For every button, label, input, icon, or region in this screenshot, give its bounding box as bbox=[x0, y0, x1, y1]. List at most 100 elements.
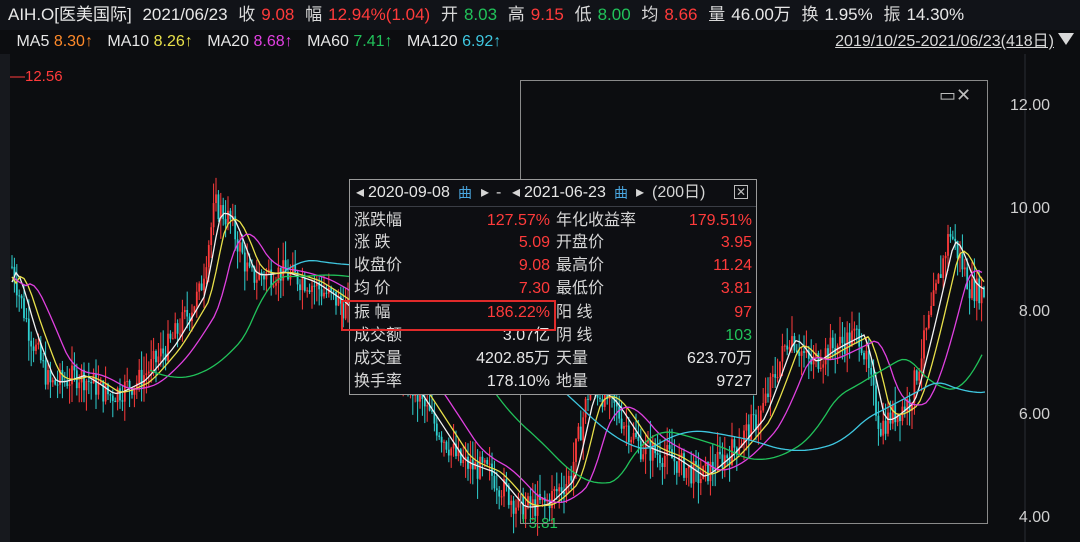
maximize-icon[interactable]: ▭ bbox=[939, 85, 956, 105]
candle-body bbox=[243, 252, 246, 272]
candle-body bbox=[109, 394, 112, 396]
candle-body bbox=[15, 282, 18, 296]
candle-body bbox=[198, 283, 201, 292]
candle-body bbox=[246, 262, 249, 272]
candle-body bbox=[299, 284, 301, 291]
candle-body bbox=[320, 289, 323, 297]
stat-row: 成交量 4202.85万 bbox=[354, 350, 550, 367]
amplitude-highlight-box bbox=[341, 300, 556, 331]
candle-body bbox=[174, 323, 177, 339]
stat-row: 天量 623.70万 bbox=[556, 350, 752, 367]
candle-body bbox=[277, 267, 280, 284]
candle-body bbox=[248, 262, 251, 267]
candle-body bbox=[23, 298, 25, 319]
candle-body bbox=[179, 333, 181, 335]
candle-body bbox=[20, 295, 23, 299]
candle-body bbox=[30, 340, 33, 347]
candle-body bbox=[272, 285, 275, 287]
turnover-label: 换 bbox=[801, 5, 819, 24]
candle-body bbox=[71, 365, 73, 385]
candle-body bbox=[186, 309, 189, 317]
candle-body bbox=[32, 346, 35, 351]
ma60-item[interactable]: MA60 7.41↑ bbox=[307, 33, 392, 50]
candle-body bbox=[90, 381, 93, 384]
candle-body bbox=[483, 460, 486, 463]
candle-body bbox=[95, 373, 97, 395]
popup-header: ◂ 2020-09-08 曲 ▸ - ◂ 2021-06-23 曲 ▸ (200… bbox=[350, 180, 756, 207]
candle-body bbox=[438, 435, 441, 437]
candle-body bbox=[227, 210, 229, 225]
candle-body bbox=[323, 292, 325, 297]
candle-body bbox=[35, 344, 37, 351]
end-date[interactable]: 2021-06-23 bbox=[524, 180, 606, 206]
open-value: 8.03 bbox=[463, 5, 498, 24]
candle-body bbox=[78, 382, 81, 389]
ma120-item[interactable]: MA120 6.92↑ bbox=[407, 33, 501, 50]
candle-body bbox=[452, 443, 455, 449]
candle-body bbox=[486, 460, 489, 464]
candle-body bbox=[87, 380, 90, 382]
y-tick-label: 6.00 bbox=[1018, 406, 1050, 423]
end-prev-icon[interactable]: ◂ bbox=[512, 180, 520, 206]
candle-body bbox=[138, 369, 141, 384]
candle-body bbox=[224, 219, 227, 225]
ma20-item[interactable]: MA20 8.68↑ bbox=[207, 33, 292, 50]
stat-row: 阴 线 103 bbox=[556, 327, 752, 344]
candle-body bbox=[265, 272, 268, 280]
end-next-icon[interactable]: ▸ bbox=[636, 180, 644, 206]
candle-body bbox=[145, 373, 148, 376]
candle-body bbox=[325, 292, 328, 294]
dropdown-arrow-icon[interactable] bbox=[1058, 33, 1074, 45]
y-tick-label: 8.00 bbox=[1018, 303, 1050, 320]
candle-body bbox=[255, 279, 258, 283]
start-prev-icon[interactable]: ◂ bbox=[356, 180, 364, 206]
high-label: 高 bbox=[507, 5, 525, 24]
candle-body bbox=[47, 370, 49, 385]
ticker-name[interactable]: AIH.O[医美国际] bbox=[8, 5, 132, 24]
calendar-icon[interactable]: 曲 bbox=[614, 180, 628, 206]
candle-body bbox=[83, 369, 85, 391]
candle-body bbox=[37, 342, 40, 345]
close-icon[interactable]: ✕ bbox=[734, 185, 748, 199]
candle-body bbox=[44, 360, 47, 385]
candle-body bbox=[42, 360, 45, 362]
candle-body bbox=[335, 291, 337, 306]
stat-row: 收盘价 9.08 bbox=[354, 257, 550, 274]
candle-body bbox=[498, 490, 501, 497]
amplitude-label: 振 bbox=[883, 5, 901, 24]
candle-body bbox=[85, 380, 88, 391]
y-tick-label: 12.00 bbox=[1009, 97, 1050, 114]
candle-body bbox=[467, 456, 469, 469]
candle-body bbox=[510, 500, 513, 505]
date-range-link[interactable]: 2019/10/25-2021/06/23(418日) bbox=[835, 30, 1054, 54]
ma10-item[interactable]: MA10 8.26↑ bbox=[107, 33, 192, 50]
stat-row: 最低价 3.81 bbox=[556, 280, 752, 297]
day-count: (200日) bbox=[652, 184, 706, 201]
change-value: 12.94%(1.04) bbox=[328, 5, 431, 24]
candle-body bbox=[301, 278, 304, 291]
candle-body bbox=[450, 448, 453, 456]
calendar-icon[interactable]: 曲 bbox=[458, 180, 472, 206]
candle-body bbox=[171, 338, 174, 340]
candle-body bbox=[54, 380, 57, 385]
candle-body bbox=[445, 441, 448, 450]
candle-body bbox=[183, 309, 186, 313]
candle-body bbox=[212, 203, 215, 228]
candle-body bbox=[176, 323, 179, 334]
ma5-item[interactable]: MA5 8.30↑ bbox=[16, 33, 93, 50]
start-date[interactable]: 2020-09-08 bbox=[368, 180, 450, 206]
candle-body bbox=[217, 194, 220, 220]
selection-tools: ▭✕ bbox=[939, 85, 979, 105]
close-icon[interactable]: ✕ bbox=[956, 85, 971, 105]
candle-body bbox=[155, 350, 157, 363]
candle-body bbox=[157, 356, 160, 363]
candle-body bbox=[66, 381, 69, 386]
stat-row: 涨 跌 5.09 bbox=[354, 234, 550, 251]
candle-body bbox=[114, 400, 117, 403]
start-next-icon[interactable]: ▸ bbox=[481, 180, 489, 206]
candle-body bbox=[162, 348, 165, 354]
candle-body bbox=[25, 318, 28, 320]
candle-body bbox=[419, 393, 421, 402]
candle-body bbox=[203, 278, 205, 291]
candle-body bbox=[447, 449, 450, 456]
